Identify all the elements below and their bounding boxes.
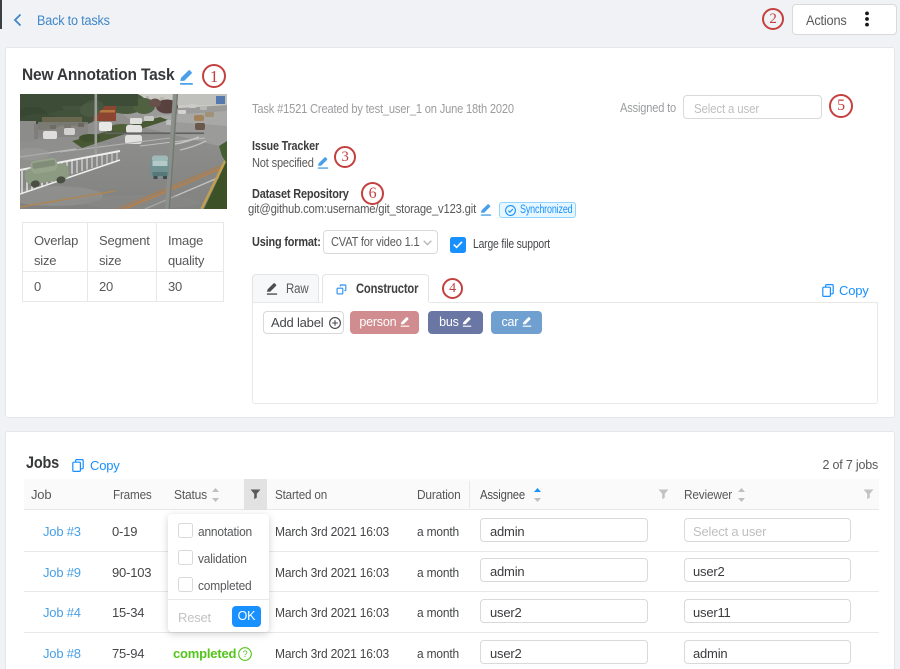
svg-text:?: ? bbox=[243, 649, 248, 659]
